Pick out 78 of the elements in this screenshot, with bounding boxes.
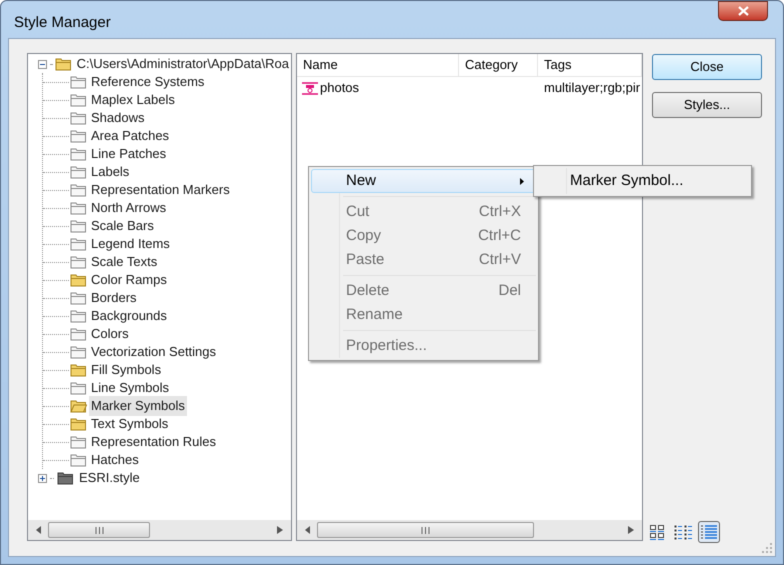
folder-icon <box>70 417 87 431</box>
tree-item[interactable]: Maplex Labels <box>89 90 177 110</box>
tree-item[interactable]: Scale Texts <box>89 252 160 272</box>
tree-item[interactable]: C:\Users\Administrator\AppData\Roa <box>74 54 291 74</box>
scroll-right-icon[interactable] <box>277 526 283 534</box>
folder-icon <box>70 255 87 269</box>
tree-item[interactable]: Colors <box>89 324 131 344</box>
grip-icon <box>94 526 104 534</box>
folder-icon <box>57 471 74 485</box>
tree-item[interactable]: North Arrows <box>89 198 168 218</box>
close-button[interactable] <box>718 1 768 21</box>
scroll-right-icon[interactable] <box>628 526 634 534</box>
folder-icon <box>70 165 87 179</box>
column-header[interactable]: Tags <box>538 54 642 76</box>
horizontal-scrollbar[interactable] <box>297 520 642 540</box>
details-view-icon <box>700 524 718 540</box>
folder-icon <box>70 129 87 143</box>
tree-item[interactable]: Scale Bars <box>89 216 156 236</box>
menu-item[interactable]: New <box>311 169 536 193</box>
folder-icon <box>70 363 87 377</box>
tree-item[interactable]: Labels <box>89 162 132 182</box>
folder-icon <box>70 75 87 89</box>
column-header[interactable]: Name <box>297 54 459 76</box>
tree-item[interactable]: Color Ramps <box>89 270 169 290</box>
scroll-left-icon[interactable] <box>305 526 311 534</box>
window-title: Style Manager <box>14 13 111 33</box>
collapse-icon[interactable] <box>38 60 47 68</box>
tree-item[interactable]: Shadows <box>89 108 146 128</box>
table-cell-text: multilayer;rgb;pir <box>543 79 642 98</box>
scrollbar-thumb[interactable] <box>317 522 534 538</box>
tree-item[interactable]: Marker Symbols <box>89 396 187 416</box>
dialog-button[interactable]: Styles... <box>652 92 762 118</box>
folder-icon <box>70 435 87 449</box>
scrollbar-thumb[interactable] <box>48 522 150 538</box>
scroll-left-icon[interactable] <box>36 526 42 534</box>
folder-icon <box>70 147 87 161</box>
dialog-button[interactable]: Close <box>652 54 762 80</box>
tree-item[interactable]: Reference Systems <box>89 72 206 92</box>
tree-item[interactable]: Legend Items <box>89 234 172 254</box>
table-cell[interactable]: photos <box>320 78 360 98</box>
horizontal-scrollbar[interactable] <box>28 520 291 540</box>
tree-item[interactable]: Line Symbols <box>89 378 172 398</box>
folder-icon <box>54 57 72 71</box>
list-view-icon <box>674 524 692 540</box>
column-header[interactable]: Category <box>459 54 538 76</box>
folder-icon <box>70 219 87 233</box>
tree-item[interactable]: Borders <box>89 288 139 308</box>
tree-item[interactable]: Fill Symbols <box>89 360 164 380</box>
tree-item[interactable]: Backgrounds <box>89 306 169 326</box>
tree-item[interactable]: Area Patches <box>89 126 172 146</box>
tree-item[interactable]: Hatches <box>89 450 141 470</box>
folder-icon <box>70 381 87 395</box>
large-icons-view-icon <box>649 524 665 540</box>
folder-icon <box>70 309 87 323</box>
folder-icon <box>70 345 87 359</box>
resize-grip-icon <box>762 543 772 553</box>
grip-icon <box>421 526 430 534</box>
folder-icon <box>70 327 87 341</box>
menu-item[interactable]: Marker Symbol... <box>536 168 749 194</box>
tree-item[interactable]: Line Patches <box>89 144 168 164</box>
marker-symbol-icon <box>302 82 318 94</box>
folder-icon <box>70 399 87 413</box>
folder-icon <box>70 111 87 125</box>
folder-icon <box>70 273 87 287</box>
tree-item[interactable]: ESRI.style <box>77 468 142 488</box>
tree-item[interactable]: Representation Markers <box>89 180 232 200</box>
folder-icon <box>70 291 87 305</box>
folder-icon <box>70 183 87 197</box>
tree-item[interactable]: Representation Rules <box>89 432 218 452</box>
view-button[interactable] <box>698 521 720 543</box>
tree-item[interactable]: Text Symbols <box>89 414 170 434</box>
expand-icon[interactable] <box>38 474 47 482</box>
folder-icon <box>70 93 87 107</box>
folder-icon <box>70 453 87 467</box>
folder-icon <box>70 201 87 215</box>
close-icon <box>738 6 748 16</box>
tree-item[interactable]: Vectorization Settings <box>89 342 218 362</box>
folder-icon <box>70 237 87 251</box>
